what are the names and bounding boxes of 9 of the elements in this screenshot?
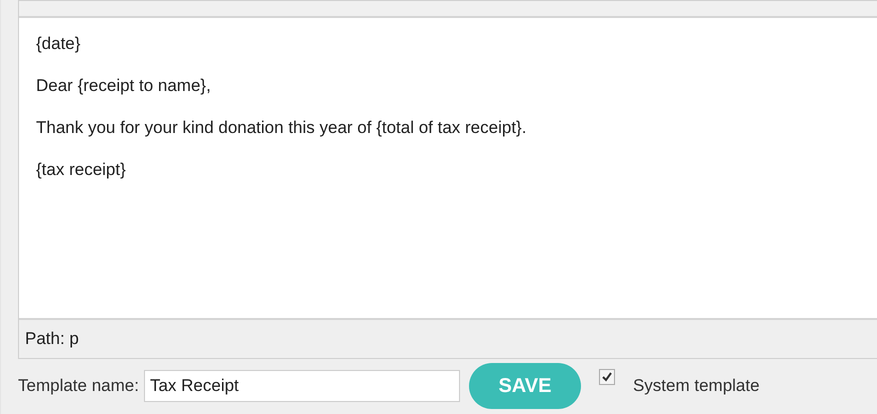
editor-paragraph: {date}	[36, 34, 82, 54]
editor-paragraph: Dear {receipt to name},	[36, 76, 212, 96]
system-template-label: System template	[632, 376, 760, 396]
path-label: Path: p	[25, 329, 79, 349]
template-name-field[interactable]: Tax Receipt	[144, 370, 460, 402]
editor-paragraph: Thank you for your kind donation this year of {total of tax receipt}.	[36, 118, 528, 138]
system-template-checkbox[interactable]	[598, 369, 615, 385]
template-name-label: Template name:	[18, 376, 139, 396]
editor-paragraph: {tax receipt}	[36, 160, 127, 180]
